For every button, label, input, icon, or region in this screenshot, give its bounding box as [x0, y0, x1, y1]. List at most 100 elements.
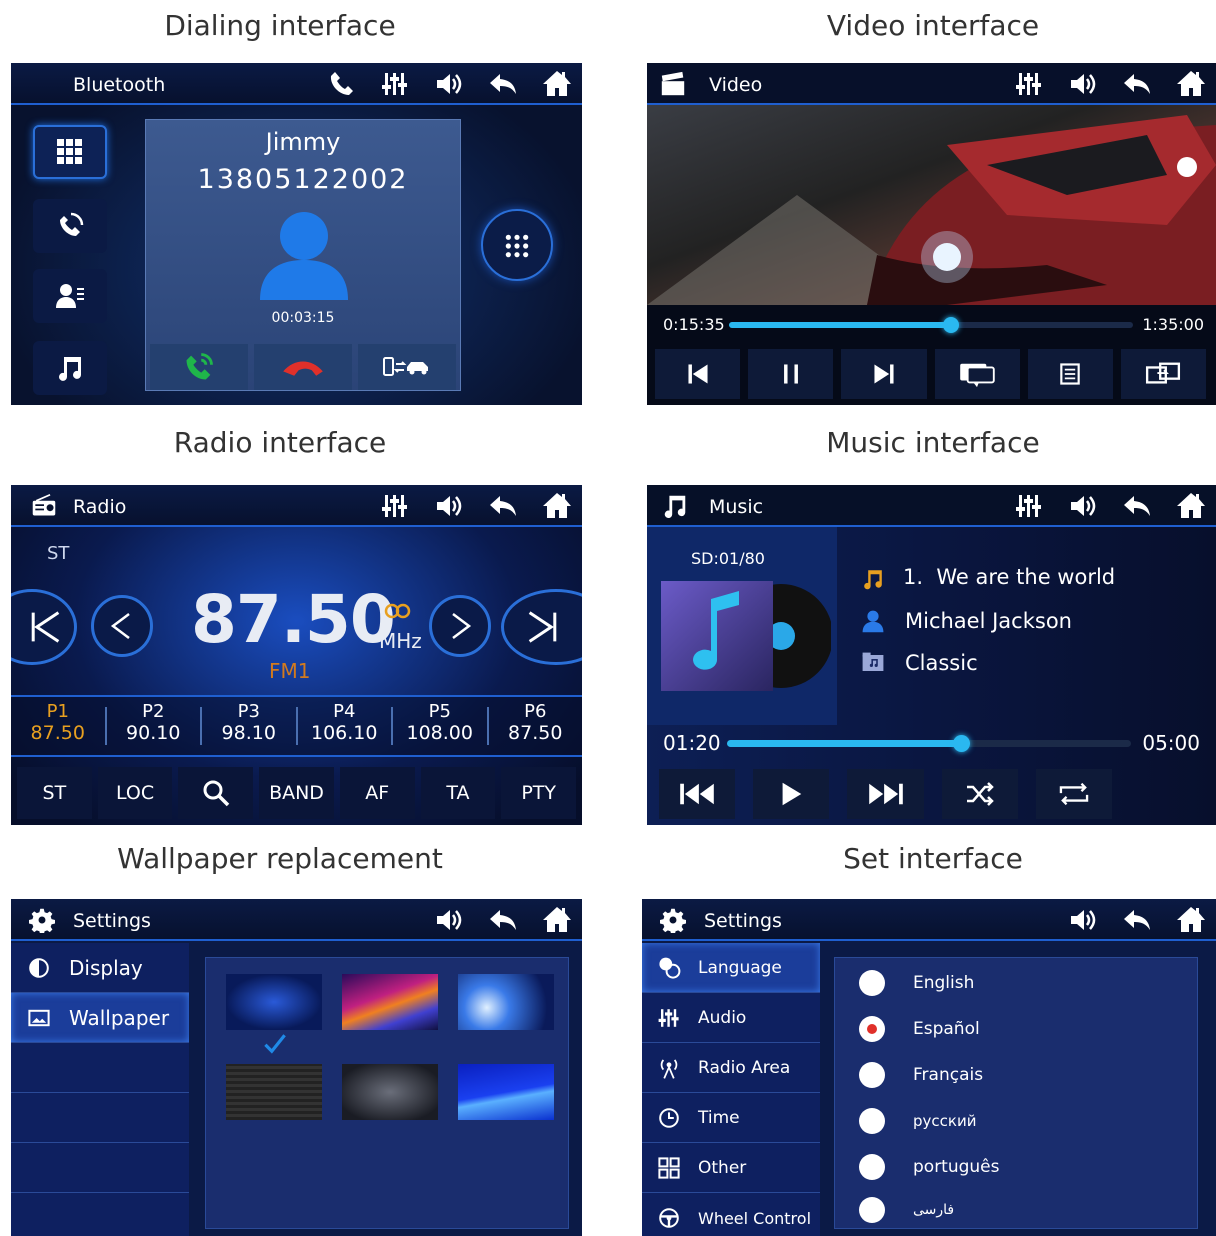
phone-icon[interactable]	[326, 69, 356, 99]
caption-dialing: Dialing interface	[164, 9, 396, 42]
repeat-button[interactable]	[1035, 769, 1113, 819]
video-list-button[interactable]	[1027, 349, 1113, 399]
volume-icon[interactable]	[434, 905, 464, 935]
chevron-right-icon	[452, 613, 472, 639]
sidebar-item-time[interactable]: Time	[642, 1093, 820, 1143]
keypad-round-button[interactable]	[481, 209, 553, 281]
wallpaper-thumb-1[interactable]	[226, 974, 322, 1030]
hangup-button[interactable]	[254, 344, 352, 390]
volume-icon[interactable]	[434, 69, 464, 99]
sidebar-item-audio[interactable]: Audio	[642, 993, 820, 1043]
home-icon[interactable]	[1176, 69, 1206, 99]
answer-button[interactable]	[150, 344, 248, 390]
seek-forward-button[interactable]	[501, 589, 582, 665]
radio-button[interactable]	[859, 1016, 885, 1042]
music-next-button[interactable]	[847, 769, 924, 819]
preset-5[interactable]: P5 108.00	[393, 701, 489, 745]
home-icon[interactable]	[542, 905, 572, 935]
loc-button[interactable]: LOC	[97, 767, 173, 819]
wallpaper-thumb-5[interactable]	[342, 1064, 438, 1120]
volume-icon[interactable]	[1068, 491, 1098, 521]
music-progress-track[interactable]	[727, 735, 1131, 752]
wallpaper-thumb-4[interactable]	[226, 1064, 322, 1120]
equalizer-icon[interactable]	[1014, 491, 1044, 521]
back-icon[interactable]	[488, 905, 518, 935]
language-label: Español	[913, 1019, 980, 1039]
transfer-to-phone-button[interactable]	[358, 344, 456, 390]
af-button[interactable]: AF	[339, 767, 415, 819]
volume-icon[interactable]	[1068, 69, 1098, 99]
shuffle-button[interactable]	[941, 769, 1018, 819]
band-button[interactable]: BAND	[259, 767, 334, 819]
fast-forward-icon	[868, 783, 903, 805]
preset-label: P1	[46, 701, 69, 722]
sidebar-item-wheel-control[interactable]: Wheel Control	[642, 1193, 820, 1236]
video-progress-knob[interactable]	[943, 317, 960, 333]
preset-frequency: 106.10	[311, 722, 378, 744]
video-progress-track[interactable]	[729, 317, 1133, 333]
video-pause-button[interactable]	[748, 349, 834, 399]
equalizer-icon[interactable]	[380, 69, 410, 99]
home-icon[interactable]	[542, 69, 572, 99]
radio-button[interactable]	[859, 1197, 885, 1223]
preset-2[interactable]: P2 90.10	[107, 701, 202, 745]
language-option[interactable]: Español	[835, 1006, 1197, 1052]
sidebar-item-wallpaper[interactable]: Wallpaper	[11, 993, 189, 1043]
volume-icon[interactable]	[434, 491, 464, 521]
music-shortcut-button[interactable]	[33, 341, 107, 395]
video-prev-button[interactable]	[655, 349, 741, 399]
equalizer-icon[interactable]	[380, 491, 410, 521]
tune-up-button[interactable]	[429, 595, 491, 657]
preset-1[interactable]: P1 87.50	[11, 701, 107, 745]
sidebar-item-language[interactable]: Language	[642, 943, 820, 993]
language-option[interactable]: português	[835, 1144, 1197, 1190]
music-play-button[interactable]	[753, 769, 830, 819]
sidebar-item-radio-area[interactable]: Radio Area	[642, 1043, 820, 1093]
wallpaper-thumb-3[interactable]	[458, 974, 554, 1030]
contacts-button[interactable]	[33, 269, 107, 323]
radio-button[interactable]	[859, 1154, 885, 1180]
language-option[interactable]: فارسی	[835, 1190, 1197, 1230]
language-option[interactable]: Français	[835, 1052, 1197, 1098]
home-icon[interactable]	[542, 491, 572, 521]
music-progress-knob[interactable]	[953, 735, 971, 752]
preset-frequency: 87.50	[30, 722, 85, 744]
dialpad-button[interactable]	[33, 125, 107, 179]
wallpaper-thumb-6[interactable]	[458, 1064, 554, 1120]
sidebar-item-other[interactable]: Other	[642, 1143, 820, 1193]
wallpaper-thumb-2[interactable]	[342, 974, 438, 1030]
search-button[interactable]	[178, 767, 254, 819]
radio-button[interactable]	[859, 1062, 885, 1088]
seek-backward-button[interactable]	[11, 589, 77, 665]
call-log-button[interactable]	[33, 199, 107, 253]
video-frame[interactable]	[647, 105, 1216, 305]
preset-3[interactable]: P3 98.10	[202, 701, 298, 745]
video-subtitle-button[interactable]	[934, 349, 1020, 399]
pty-button[interactable]: PTY	[501, 767, 577, 819]
volume-icon[interactable]	[1068, 905, 1098, 935]
st-button[interactable]: ST	[17, 767, 92, 819]
back-icon[interactable]	[1122, 69, 1152, 99]
radio-button[interactable]	[859, 970, 885, 996]
video-next-button[interactable]	[841, 349, 927, 399]
back-icon[interactable]	[1122, 491, 1152, 521]
language-list: English Español Français русский portugu…	[834, 957, 1198, 1229]
video-screen-toggle-button[interactable]	[1120, 349, 1207, 399]
sidebar-item-display[interactable]: Display	[11, 943, 189, 993]
music-prev-button[interactable]	[659, 769, 736, 819]
home-icon[interactable]	[1176, 905, 1206, 935]
radio-button[interactable]	[859, 1108, 885, 1134]
tune-down-button[interactable]	[91, 595, 153, 657]
language-option[interactable]: русский	[835, 1098, 1197, 1144]
equalizer-icon[interactable]	[1014, 69, 1044, 99]
home-icon[interactable]	[1176, 491, 1206, 521]
contacts-icon	[56, 284, 84, 308]
ta-button[interactable]: TA	[420, 767, 496, 819]
preset-6[interactable]: P6 87.50	[489, 701, 583, 745]
music-note-icon	[59, 357, 81, 381]
back-icon[interactable]	[488, 491, 518, 521]
back-icon[interactable]	[1122, 905, 1152, 935]
back-icon[interactable]	[488, 69, 518, 99]
language-option[interactable]: English	[835, 960, 1197, 1006]
preset-4[interactable]: P4 106.10	[298, 701, 393, 745]
